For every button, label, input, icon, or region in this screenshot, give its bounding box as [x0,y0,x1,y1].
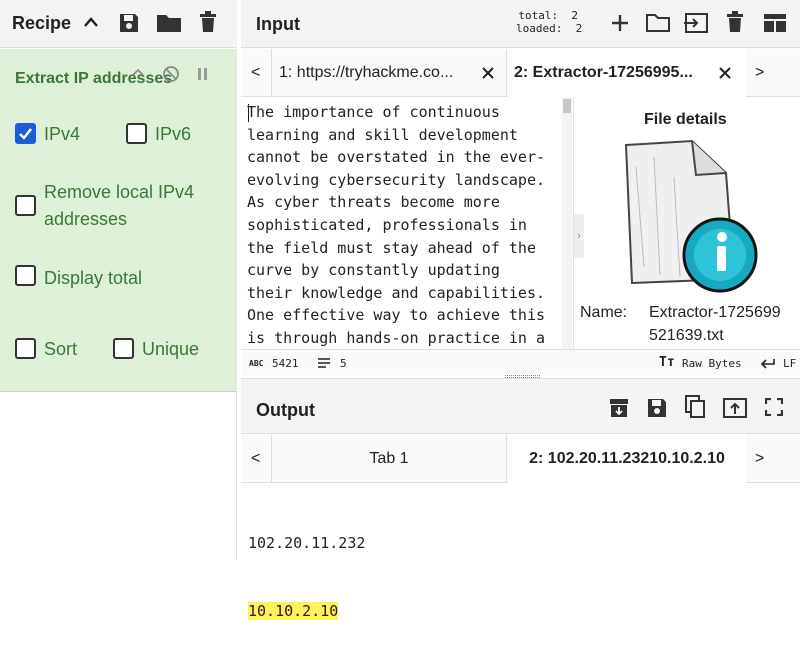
file-info-icon [624,139,758,293]
input-title: Input [256,14,300,34]
input-tab-1-label: 1: https://tryhackme.co... [279,64,454,81]
check-icon [19,128,32,140]
folder-icon[interactable] [156,13,182,33]
output-tab-prev[interactable]: < [251,450,260,468]
text-encoding-icon: Tт [659,355,675,370]
output-line-2-highlighted: 10.10.2.10 [248,601,339,620]
file-name-label: Name: [580,304,628,321]
line-count: 5 [340,357,347,370]
input-tab-1[interactable]: 1: https://tryhackme.co... [271,49,507,96]
unique-checkbox[interactable] [113,338,134,359]
unique-label: Unique [142,339,200,359]
ipv4-checkbox[interactable] [15,123,36,144]
plus-icon[interactable] [610,13,630,33]
ipv6-label: IPv6 [155,124,192,144]
total-value: 2 [571,9,578,22]
enter-icon [760,359,775,369]
sort-checkbox[interactable] [15,338,36,359]
input-textarea[interactable]: The importance of continuous learning an… [247,101,563,348]
operation-title[interactable]: Extract IP addresses [15,70,172,88]
disable-icon[interactable] [162,65,180,83]
char-count: 5421 [272,357,299,370]
remove-local-label: Remove local IPv4 [44,182,195,202]
output-title: Output [256,400,315,420]
remove-local-checkbox[interactable] [15,195,36,216]
open-file-icon[interactable] [683,12,709,34]
loaded-value: 2 [575,22,583,35]
output-tab-next[interactable]: > [755,450,764,468]
remove-local-label-2: addresses [44,209,128,229]
output-tab-2-label: 2: 102.20.11.23210.10.2.10 [529,450,725,467]
save-icon[interactable] [646,397,668,419]
output-tabs: < Tab 1 2: 102.20.11.23210.10.2.10 > [241,435,800,483]
total-label: total: [518,9,559,22]
raw-bytes-label[interactable]: Raw Bytes [682,357,742,370]
eol-label[interactable]: LF [783,357,796,370]
recipe-header: Recipe [0,0,237,48]
file-name-value-2: 521639.txt [649,327,724,344]
input-tabs: < 1: https://tryhackme.co... 2: Extracto… [241,49,800,97]
output-header: Output [241,378,800,434]
input-tab-2[interactable]: 2: Extractor-17256995... [508,49,746,97]
folder-icon[interactable] [646,13,670,33]
layout-icon[interactable] [763,13,787,33]
file-name-value-1: Extractor-1725699 [649,304,781,321]
copy-icon[interactable] [684,395,706,419]
abc-icon: ABC [249,359,264,368]
ipv6-checkbox[interactable] [126,123,147,144]
input-scrollbar[interactable] [562,97,572,349]
display-total-checkbox[interactable] [15,265,36,286]
input-status-bar: ABC 5421 5 Tт Raw Bytes LF [241,349,800,375]
output-tab-1-label: Tab 1 [369,450,409,467]
loaded-label: loaded: [516,22,563,35]
trash-icon[interactable] [726,11,744,33]
output-tab-1[interactable]: Tab 1 [271,435,507,482]
output-textarea[interactable]: 102.20.11.232 10.10.2.10 [248,487,365,645]
close-icon[interactable] [718,66,732,80]
trash-icon[interactable] [199,11,217,33]
scrollbar-thumb[interactable] [563,99,571,113]
display-total-label: Display total [44,268,143,288]
text-cursor [248,104,249,122]
file-details-title: File details [644,111,727,128]
input-tab-next[interactable]: > [755,64,764,82]
sort-label: Sort [44,339,78,359]
input-header: Input total: 2 loaded: 2 [241,0,800,48]
maximize-icon[interactable] [765,398,783,416]
output-tab-2[interactable]: 2: 102.20.11.23210.10.2.10 [508,435,746,483]
input-counts: total: 2 loaded: 2 [516,9,582,35]
file-details-panel: › File details Name: Extractor-1725699 5… [573,97,800,349]
pause-icon[interactable] [197,67,209,81]
operation-card: Extract IP addresses IPv4 IPv6 Remove lo… [0,49,237,392]
output-line-1: 102.20.11.232 [248,534,366,553]
chevron-up-icon[interactable] [83,16,99,28]
replace-input-icon[interactable] [723,396,747,418]
close-icon[interactable] [481,66,495,80]
input-tab-prev[interactable]: < [251,64,260,82]
lines-icon [318,358,330,368]
ipv4-label: IPv4 [44,124,81,144]
input-tab-2-label: 2: Extractor-17256995... [514,64,693,81]
collapse-handle[interactable]: › [574,214,584,258]
save-icon[interactable] [118,12,140,34]
chevron-up-icon[interactable] [131,67,145,77]
save-to-file-icon[interactable] [609,398,629,418]
recipe-title: Recipe [12,13,72,33]
